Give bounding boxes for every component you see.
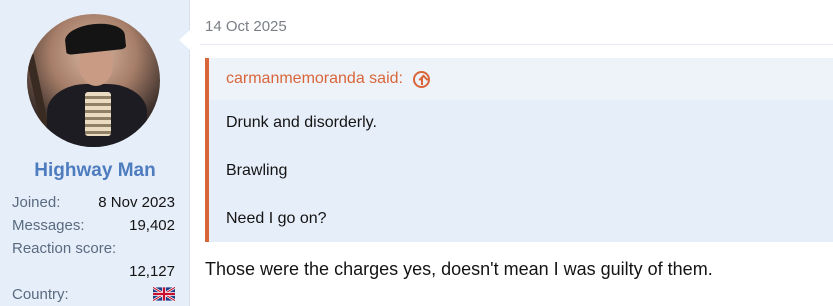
quote-line: Brawling [226, 162, 288, 179]
arrow-up-circle-icon[interactable] [412, 70, 430, 88]
date-divider [200, 44, 833, 45]
quote-author[interactable]: carmanmemoranda said: [226, 57, 403, 101]
stat-joined-label: Joined: [12, 194, 61, 211]
uk-flag-icon [153, 287, 175, 301]
quote-line: Drunk and disorderly. [226, 114, 377, 131]
avatar[interactable] [27, 14, 160, 147]
post-date[interactable]: 14 Oct 2025 [205, 18, 287, 35]
quote-line: Need I go on? [226, 210, 327, 227]
stat-messages-label: Messages: [12, 217, 85, 234]
user-pane: Highway Man Joined: 8 Nov 2023 Messages:… [0, 0, 190, 306]
stat-country-label: Country: [12, 286, 69, 303]
stat-reaction-value: 12,127 [129, 263, 175, 280]
stat-reaction-label: Reaction score: [12, 240, 117, 257]
stat-messages-value[interactable]: 19,402 [129, 217, 175, 234]
message-pointer [179, 30, 190, 50]
avatar-hat [63, 20, 127, 56]
avatar-braid [85, 92, 111, 136]
quote-header: carmanmemoranda said: [209, 58, 833, 100]
username-link[interactable]: Highway Man [0, 160, 190, 182]
message-body: 14 Oct 2025 carmanmemoranda said: Drunk … [190, 0, 833, 306]
quote-block: carmanmemoranda said: Drunk and disorder… [205, 58, 833, 242]
reply-text: Those were the charges yes, doesn't mean… [205, 259, 713, 279]
stat-joined-value: 8 Nov 2023 [98, 194, 175, 211]
